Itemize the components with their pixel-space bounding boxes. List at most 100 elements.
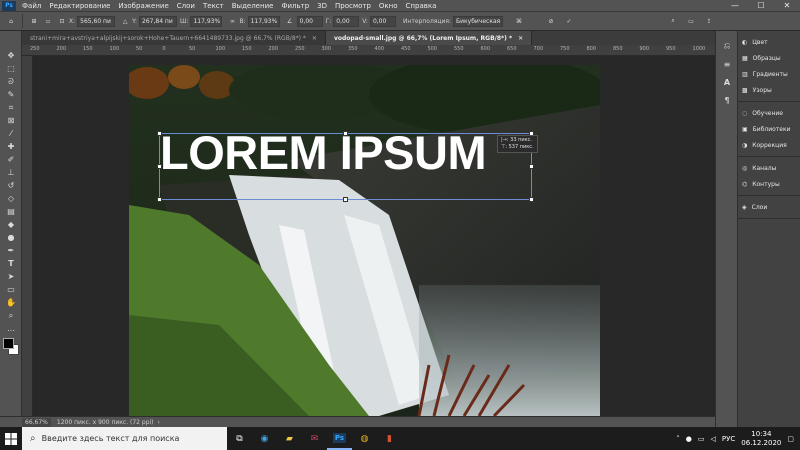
brush-tool-icon[interactable]: ✐ (0, 153, 22, 166)
zoom-tool-icon[interactable]: ⌕ (0, 309, 22, 322)
reference-grid-icon[interactable]: ⊡ (55, 14, 69, 28)
menu-file[interactable]: Файл (22, 2, 41, 10)
warp-icon[interactable]: ⌘ (512, 14, 526, 28)
powerpoint-icon[interactable]: ▮ (377, 427, 402, 450)
minimize-icon[interactable]: — (722, 0, 748, 11)
height-input[interactable]: 117,93% (247, 15, 280, 27)
close-icon[interactable]: ✕ (518, 35, 523, 42)
properties-icon[interactable]: ≡ (716, 57, 738, 71)
pen-tool-icon[interactable]: ✒ (0, 244, 22, 257)
menu-help[interactable]: Справка (406, 2, 437, 10)
taskbar-search-input[interactable]: ⌕ Введите здесь текст для поиска (22, 427, 227, 450)
y-input[interactable]: 267,84 пи (139, 15, 178, 27)
canvas-area[interactable]: LOREM IPSUM |→: 33 пикс. ⊤: 537 пикс. (33, 56, 715, 416)
path-select-tool-icon[interactable]: ➤ (0, 270, 22, 283)
panel-paths[interactable]: ⌬ Контуры (738, 176, 800, 192)
chevron-up-icon[interactable]: ˄ (676, 435, 680, 443)
quick-select-tool-icon[interactable]: ✎ (0, 88, 22, 101)
healing-tool-icon[interactable]: ✚ (0, 140, 22, 153)
start-button[interactable] (0, 427, 22, 450)
menu-window[interactable]: Окно (379, 2, 398, 10)
panel-channels[interactable]: ◎ Каналы (738, 160, 800, 176)
transform-handle-bottom-left[interactable] (157, 197, 162, 202)
eraser-tool-icon[interactable]: ◇ (0, 192, 22, 205)
language-indicator[interactable]: РУС (722, 435, 735, 443)
color-swatches[interactable] (0, 335, 22, 361)
panel-libraries[interactable]: ▣ Библиотеки (738, 121, 800, 137)
panel-gradients[interactable]: ▥ Градиенты (738, 66, 800, 82)
notifications-icon[interactable]: ▢ (787, 435, 794, 443)
type-tool-icon[interactable]: T (0, 257, 22, 270)
vskew-input[interactable]: 0,00 (369, 15, 396, 27)
history-brush-tool-icon[interactable]: ↺ (0, 179, 22, 192)
move-tool-icon[interactable]: ✥ (0, 49, 22, 62)
close-icon[interactable]: ✕ (312, 35, 317, 42)
hand-tool-icon[interactable]: ✋ (0, 296, 22, 309)
workspace-icon[interactable]: ▭ (684, 14, 698, 28)
cancel-transform-icon[interactable]: ⊘ (544, 14, 558, 28)
volume-icon[interactable]: ◁ (711, 435, 716, 443)
menu-view[interactable]: Просмотр (335, 2, 371, 10)
panel-learn[interactable]: ◌ Обучение (738, 105, 800, 121)
transform-handle-top-left[interactable] (157, 131, 162, 136)
delta-icon[interactable]: △ (118, 14, 132, 28)
angle-input[interactable]: 0,00 (296, 15, 323, 27)
vertical-ruler[interactable] (22, 56, 33, 416)
microphone-icon[interactable]: ● (686, 435, 692, 443)
x-input[interactable]: 565,60 пи (77, 15, 116, 27)
menu-image[interactable]: Изображение (118, 2, 168, 10)
clock[interactable]: 10:34 06.12.2020 (741, 430, 781, 448)
menu-type[interactable]: Текст (203, 2, 224, 10)
crop-tool-icon[interactable]: ⌗ (0, 101, 22, 114)
gradient-tool-icon[interactable]: ▤ (0, 205, 22, 218)
more-tools-icon[interactable]: … (0, 322, 22, 335)
character-icon[interactable]: A (716, 75, 738, 89)
menu-select[interactable]: Выделение (232, 2, 274, 10)
width-input[interactable]: 117,93% (190, 15, 223, 27)
commit-transform-icon[interactable]: ✓ (562, 14, 576, 28)
zoom-level[interactable]: 66,67% (22, 417, 51, 427)
panel-layers[interactable]: ◈ Слои (738, 199, 800, 215)
share-icon[interactable]: ⇪ (702, 14, 716, 28)
frame-tool-icon[interactable]: ⊠ (0, 114, 22, 127)
home-icon[interactable]: ⌂ (4, 14, 18, 28)
task-view-icon[interactable]: ⧉ (227, 427, 252, 450)
panel-patterns[interactable]: ▩ Узоры (738, 82, 800, 98)
search-icon[interactable]: ⌕ (666, 14, 680, 28)
chrome-icon[interactable]: ◍ (352, 427, 377, 450)
transform-handle-bottom-right[interactable] (529, 197, 534, 202)
menu-edit[interactable]: Редактирование (49, 2, 110, 10)
mail-app-icon[interactable]: ✉ (302, 427, 327, 450)
transform-handle-bottom-middle[interactable] (343, 197, 348, 202)
tab-document-2[interactable]: vodopad-small.jpg @ 66,7% (Lorem Ipsum, … (325, 31, 533, 45)
transform-handle-right-middle[interactable] (529, 164, 534, 169)
history-icon[interactable]: ⎌ (716, 39, 738, 53)
interpolation-select[interactable]: Бикубическая (453, 15, 503, 27)
chevron-right-icon[interactable]: › (158, 419, 160, 426)
photoshop-taskbar-icon[interactable]: Ps (327, 427, 352, 450)
lasso-tool-icon[interactable]: ᘐ (0, 75, 22, 88)
marquee-tool-icon[interactable]: ⬚ (0, 62, 22, 75)
panel-adjustments[interactable]: ◑ Коррекция (738, 137, 800, 153)
paragraph-icon[interactable]: ¶ (716, 93, 738, 107)
tab-document-1[interactable]: strani+mira+avstriya+alpijskij+sorok+Hoh… (22, 31, 326, 45)
menu-layers[interactable]: Слои (177, 2, 195, 10)
stamp-tool-icon[interactable]: ⊥ (0, 166, 22, 179)
menu-filter[interactable]: Фильтр (281, 2, 309, 10)
transform-handle-top-middle[interactable] (343, 131, 348, 136)
file-explorer-icon[interactable]: ▰ (277, 427, 302, 450)
checkbox-icon[interactable]: ▫ (41, 14, 55, 28)
dodge-tool-icon[interactable]: ● (0, 231, 22, 244)
transform-handle-left-middle[interactable] (157, 164, 162, 169)
reference-point-icon[interactable]: ⊞ (27, 14, 41, 28)
eyedropper-tool-icon[interactable]: ⁄ (0, 127, 22, 140)
close-icon[interactable]: ✕ (774, 0, 800, 11)
edge-icon[interactable]: ◉ (252, 427, 277, 450)
panel-swatches[interactable]: ▦ Образцы (738, 50, 800, 66)
transform-bounding-box[interactable] (157, 131, 534, 202)
panel-color[interactable]: ◐ Цвет (738, 34, 800, 50)
foreground-color[interactable] (3, 338, 14, 349)
horizontal-ruler[interactable]: 250 200 150 100 50 0 50 100 150 200 250 300 350 400 45… (22, 45, 715, 56)
menu-3d[interactable]: 3D (317, 2, 327, 10)
blur-tool-icon[interactable]: ◆ (0, 218, 22, 231)
